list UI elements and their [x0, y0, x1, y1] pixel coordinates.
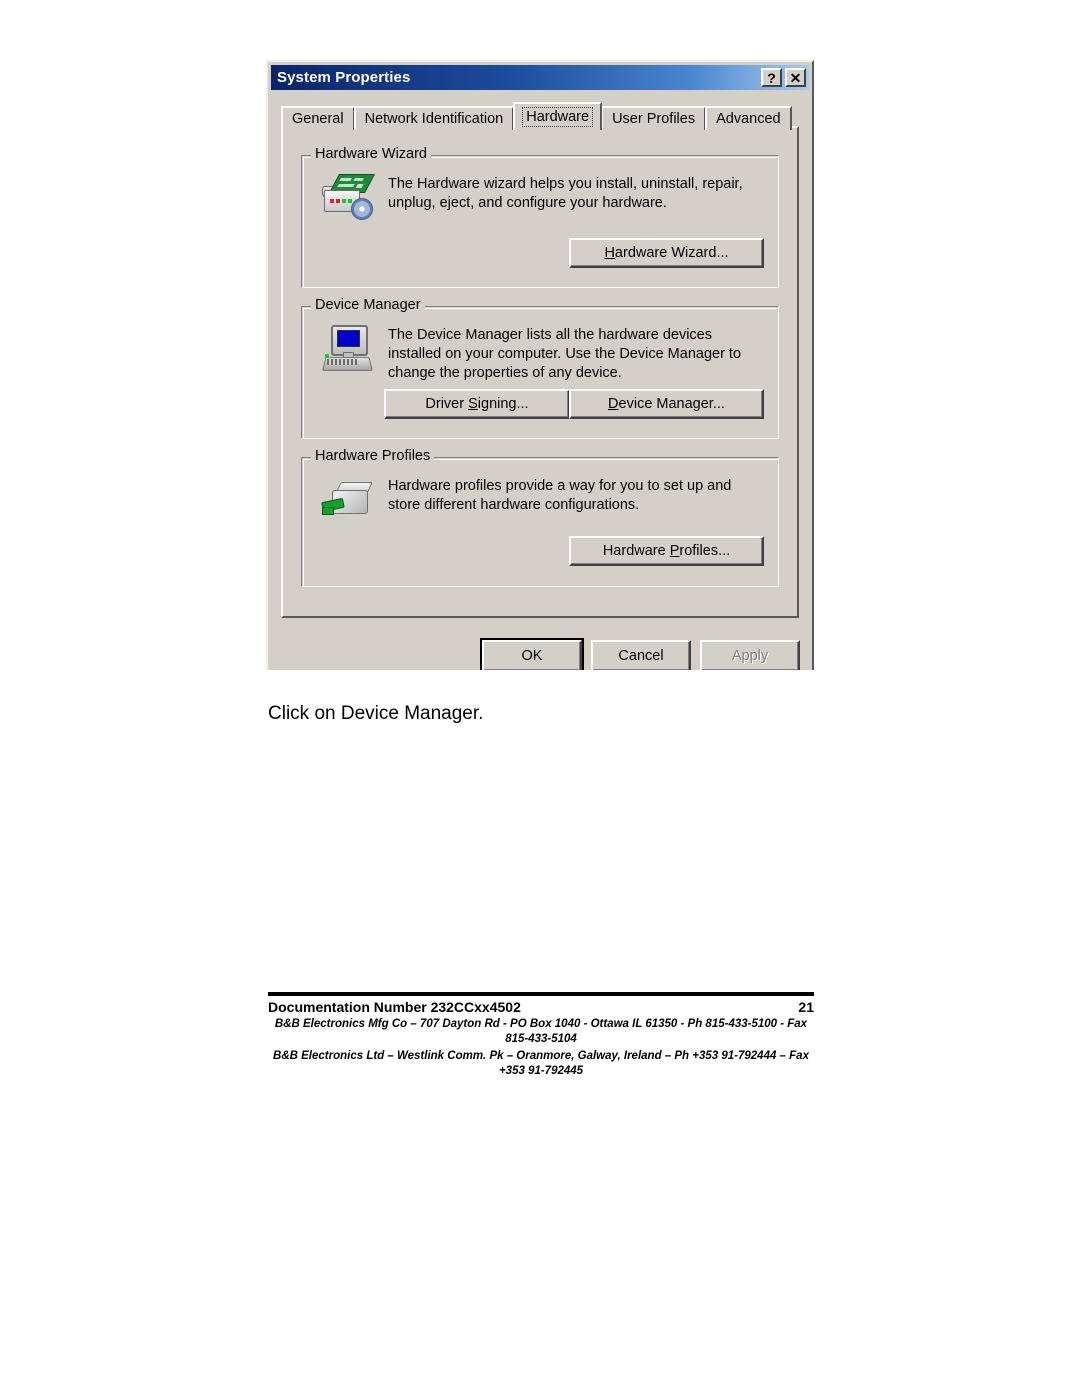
- help-icon[interactable]: ?: [761, 68, 782, 87]
- page-footer: Documentation Number 232CCxx4502 21 B&B …: [268, 992, 814, 1079]
- hardware-profiles-group-title: Hardware Profiles: [311, 448, 435, 464]
- cancel-button[interactable]: Cancel: [591, 640, 691, 670]
- tab-advanced[interactable]: Advanced: [705, 106, 792, 130]
- tab-user-profiles-label: User Profiles: [612, 111, 696, 127]
- tab-general[interactable]: General: [281, 106, 355, 130]
- device-manager-button-accel: D: [608, 396, 619, 412]
- tab-network-identification[interactable]: Network Identification: [353, 106, 515, 130]
- hardware-wizard-description: The Hardware wizard helps you install, u…: [388, 176, 743, 211]
- tab-general-label: General: [292, 111, 344, 127]
- device-manager-button[interactable]: Device Manager...: [569, 389, 764, 419]
- hardware-wizard-button-label: ardware Wizard...: [614, 245, 729, 261]
- tab-user-profiles[interactable]: User Profiles: [601, 106, 707, 130]
- hardware-profiles-description: Hardware profiles provide a way for you …: [388, 478, 732, 513]
- footer-top-row: Documentation Number 232CCxx4502 21: [268, 999, 814, 1015]
- dialog-button-bar: OK Cancel Apply: [268, 638, 800, 670]
- page-number: 21: [798, 999, 814, 1015]
- system-properties-dialog: System Properties ? ✕ General Network Id…: [266, 60, 814, 670]
- hardware-profiles-button[interactable]: Hardware Profiles...: [569, 536, 764, 566]
- footer-divider: [268, 992, 814, 996]
- hardware-profiles-icon: [320, 474, 376, 526]
- apply-button: Apply: [700, 640, 800, 670]
- hardware-wizard-icon: [320, 172, 376, 224]
- figure-caption: Click on Device Manager.: [268, 703, 484, 724]
- hardware-wizard-button-accel: H: [604, 245, 615, 261]
- device-manager-button-label: evice Manager...: [618, 396, 725, 412]
- system-properties-screenshot: System Properties ? ✕ General Network Id…: [266, 60, 814, 670]
- driver-signing-button-label: igning...: [477, 396, 529, 412]
- tab-hardware[interactable]: Hardware: [513, 102, 603, 130]
- tab-strip: General Network Identification Hardware …: [281, 102, 799, 130]
- close-icon[interactable]: ✕: [785, 68, 806, 87]
- hardware-profiles-group: Hardware Profiles Hardware profiles prov…: [301, 448, 779, 587]
- dialog-titlebar: System Properties ? ✕: [271, 65, 809, 90]
- tab-network-identification-label: Network Identification: [364, 111, 504, 127]
- hardware-profiles-button-label: rofiles...: [679, 543, 731, 559]
- hardware-wizard-group-title: Hardware Wizard: [311, 146, 431, 162]
- tab-hardware-label: Hardware: [522, 107, 594, 127]
- tab-advanced-label: Advanced: [716, 111, 781, 127]
- footer-address-line-1: B&B Electronics Mfg Co – 707 Dayton Rd -…: [274, 1018, 808, 1045]
- driver-signing-button-accel: S: [468, 396, 478, 412]
- documentation-number: Documentation Number 232CCxx4502: [268, 999, 521, 1015]
- hardware-wizard-button[interactable]: Hardware Wizard...: [569, 238, 764, 268]
- dialog-title: System Properties: [277, 69, 411, 86]
- footer-address-line-2: B&B Electronics Ltd – Westlink Comm. Pk …: [273, 1050, 809, 1077]
- driver-signing-button-prefix: Driver: [425, 396, 469, 412]
- ok-button[interactable]: OK: [480, 638, 584, 670]
- driver-signing-button[interactable]: Driver Signing...: [384, 389, 570, 419]
- computer-icon: [320, 323, 376, 375]
- titlebar-button-group: ? ✕: [761, 68, 806, 87]
- hardware-wizard-group: Hardware Wizard The Hardware wizard help…: [301, 146, 779, 288]
- hardware-profiles-button-accel: P: [669, 543, 680, 559]
- device-manager-description: The Device Manager lists all the hardwar…: [388, 327, 742, 381]
- device-manager-group-title: Device Manager: [311, 297, 425, 313]
- hardware-profiles-button-prefix: Hardware: [602, 543, 670, 559]
- device-manager-group: Device Manager The Device Manager lists …: [301, 297, 779, 439]
- hardware-tab-page: Hardware Wizard The Hardware wizard help…: [281, 126, 799, 618]
